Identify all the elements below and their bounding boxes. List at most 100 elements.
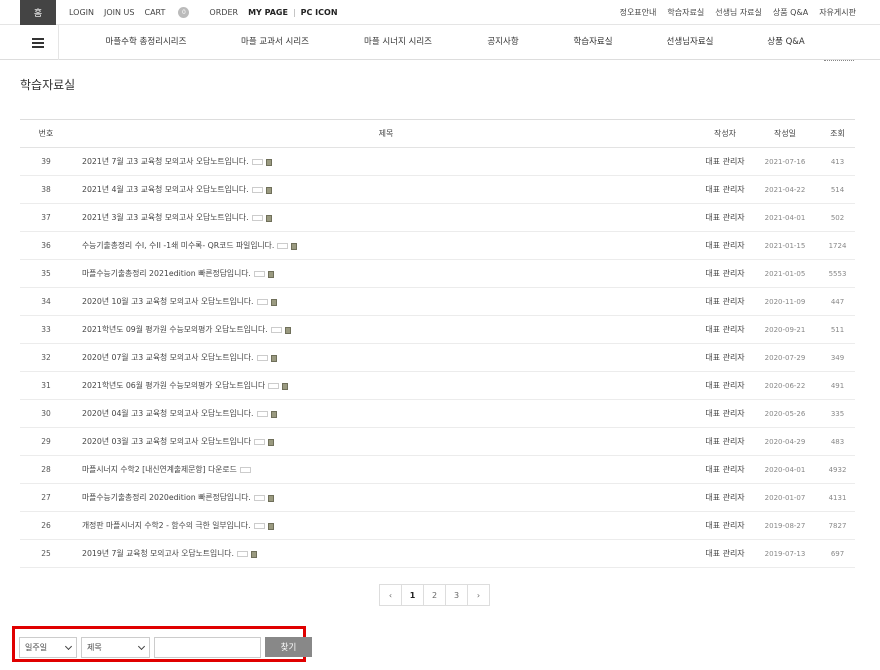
row-subject-link[interactable]: 2019년 7월 교육청 모의고사 오답노트입니다. (82, 549, 234, 558)
row-subject[interactable]: 마플수능기출총정리 2020edition 빠른정답입니다. (72, 483, 700, 512)
row-hits: 349 (820, 343, 855, 372)
login-link[interactable]: LOGIN (69, 8, 94, 17)
row-number: 37 (20, 203, 72, 232)
row-number: 34 (20, 287, 72, 316)
row-date: 2021-01-15 (750, 231, 820, 260)
join-link[interactable]: JOIN US (104, 8, 134, 17)
study-material-link[interactable]: 학습자료실 (667, 7, 704, 18)
menu-icon[interactable] (32, 38, 44, 48)
nav-item-mapl-summary-series[interactable]: 마플수학 총정리시리즈 (106, 25, 187, 60)
next-page-button[interactable]: › (467, 584, 490, 606)
row-subject[interactable]: 2020년 03월 고3 교육청 모의고사 오답노트입니다 (72, 427, 700, 456)
row-writer: 대표 관리자 (700, 203, 750, 232)
row-subject-link[interactable]: 2020년 07월 고3 교육청 모의고사 오답노트입니다. (82, 353, 254, 362)
page-3-button[interactable]: 3 (445, 584, 468, 606)
table-row[interactable]: 39 2021년 7월 고3 교육청 모의고사 오답노트입니다. 대표 관리자 202… (20, 147, 855, 176)
table-row[interactable]: 38 2021년 4월 고3 교육청 모의고사 오답노트입니다. 대표 관리자 202… (20, 175, 855, 204)
table-row[interactable]: 29 2020년 03월 고3 교육청 모의고사 오답노트입니다 대표 관리자 202… (20, 427, 855, 456)
table-row[interactable]: 31 2021학년도 06월 평가원 수능모의평가 오답노트입니다 대표 관리자 20… (20, 371, 855, 400)
row-subject-link[interactable]: 마플수능기출총정리 2021edition 빠른정답입니다. (82, 269, 251, 278)
nav-item-synergy-series[interactable]: 마플 시너지 시리즈 (364, 25, 432, 60)
prev-page-button[interactable]: ‹ (379, 584, 402, 606)
row-subject-link[interactable]: 2020년 03월 고3 교육청 모의고사 오답노트입니다 (82, 437, 251, 446)
row-subject-link[interactable]: 2021년 3월 고3 교육청 모의고사 오답노트입니다. (82, 213, 249, 222)
row-subject[interactable]: 마플시너지 수학2 [내신연계출제문항] 다운로드 (72, 455, 700, 484)
hit-badge-icon (239, 467, 251, 473)
nav-item-teacher-material[interactable]: 선생님자료실 (667, 25, 714, 60)
row-subject[interactable]: 수능기출총정리 수I, 수II -1쇄 미수록- QR코드 파일입니다. (72, 231, 700, 260)
hit-badge-icon (253, 523, 265, 529)
table-row[interactable]: 33 2021학년도 09월 평가원 수능모의평가 오답노트입니다. 대표 관리자 2… (20, 315, 855, 344)
row-number: 29 (20, 427, 72, 456)
search-keyword-input[interactable] (154, 637, 261, 658)
nav-item-textbook-series[interactable]: 마플 교과서 시리즈 (241, 25, 309, 60)
row-subject-link[interactable]: 2021학년도 06월 평가원 수능모의평가 오답노트입니다 (82, 381, 265, 390)
row-subject[interactable]: 2021학년도 06월 평가원 수능모의평가 오답노트입니다 (72, 371, 700, 400)
search-field-select[interactable]: 제목 (81, 637, 150, 658)
nav-item-study-material[interactable]: 학습자료실 (573, 25, 612, 60)
table-row[interactable]: 32 2020년 07월 고3 교육청 모의고사 오답노트입니다. 대표 관리자 20… (20, 343, 855, 372)
nav-divider (58, 25, 59, 60)
row-subject-link[interactable]: 마플수능기출총정리 2020edition 빠른정답입니다. (82, 493, 251, 502)
hit-badge-icon (251, 159, 263, 165)
row-writer: 대표 관리자 (700, 511, 750, 540)
chevron-down-icon (64, 642, 73, 651)
row-subject-link[interactable]: 2020년 10월 고3 교육청 모의고사 오답노트입니다. (82, 297, 254, 306)
row-subject-link[interactable]: 2020년 04월 고3 교육청 모의고사 오답노트입니다. (82, 409, 254, 418)
row-subject[interactable]: 2021학년도 09월 평가원 수능모의평가 오답노트입니다. (72, 315, 700, 344)
row-hits: 4932 (820, 455, 855, 484)
hit-badge-icon (236, 551, 248, 557)
row-writer: 대표 관리자 (700, 427, 750, 456)
row-subject[interactable]: 마플수능기출총정리 2021edition 빠른정답입니다. (72, 259, 700, 288)
row-subject-link[interactable]: 수능기출총정리 수I, 수II -1쇄 미수록- QR코드 파일입니다. (82, 241, 274, 250)
teacher-material-link[interactable]: 선생님 자료실 (715, 7, 762, 18)
cart-link[interactable]: CART 0 (145, 7, 200, 18)
row-subject-link[interactable]: 2021년 7월 고3 교육청 모의고사 오답노트입니다. (82, 157, 249, 166)
row-subject[interactable]: 개정판 마플시너지 수학2 - 함수의 극한 일부입니다. (72, 511, 700, 540)
free-board-link[interactable]: 자유게시판 (819, 7, 856, 18)
row-date: 2021-04-22 (750, 175, 820, 204)
table-row[interactable]: 25 2019년 7월 교육청 모의고사 오답노트입니다. 대표 관리자 2019-0… (20, 539, 855, 568)
row-subject-link[interactable]: 2021학년도 09월 평가원 수능모의평가 오답노트입니다. (82, 325, 268, 334)
table-row[interactable]: 28 마플시너지 수학2 [내신연계출제문항] 다운로드 대표 관리자 2020-04… (20, 455, 855, 484)
col-header-date: 작성일 (750, 119, 820, 148)
nav-item-notice[interactable]: 공지사항 (487, 25, 518, 60)
row-subject[interactable]: 2021년 4월 고3 교육청 모의고사 오답노트입니다. (72, 175, 700, 204)
hit-badge-icon (268, 383, 280, 389)
row-subject[interactable]: 2019년 7월 교육청 모의고사 오답노트입니다. (72, 539, 700, 568)
row-subject-link[interactable]: 마플시너지 수학2 [내신연계출제문항] 다운로드 (82, 465, 237, 474)
row-subject[interactable]: 2021년 7월 고3 교육청 모의고사 오답노트입니다. (72, 147, 700, 176)
table-row[interactable]: 30 2020년 04월 고3 교육청 모의고사 오답노트입니다. 대표 관리자 20… (20, 399, 855, 428)
hit-badge-icon (251, 215, 263, 221)
chevron-down-icon (137, 642, 146, 651)
order-link[interactable]: ORDER (209, 8, 238, 17)
table-row[interactable]: 27 마플수능기출총정리 2020edition 빠른정답입니다. 대표 관리자 20… (20, 483, 855, 512)
pc-icon-link[interactable]: PC ICON (301, 8, 338, 17)
home-button[interactable]: 홈 (20, 0, 56, 25)
row-subject-link[interactable]: 2021년 4월 고3 교육청 모의고사 오답노트입니다. (82, 185, 249, 194)
row-date: 2020-11-09 (750, 287, 820, 316)
hit-badge-icon (251, 187, 263, 193)
product-qna-link[interactable]: 상품 Q&A (773, 7, 808, 18)
table-row[interactable]: 35 마플수능기출총정리 2021edition 빠른정답입니다. 대표 관리자 20… (20, 259, 855, 288)
page-1-button[interactable]: 1 (401, 584, 424, 606)
attachment-icon (270, 298, 277, 306)
errata-link[interactable]: 정오표안내 (620, 7, 657, 18)
table-row[interactable]: 36 수능기출총정리 수I, 수II -1쇄 미수록- QR코드 파일입니다. 대표… (20, 231, 855, 260)
home-label: 홈 (33, 9, 43, 19)
page-2-button[interactable]: 2 (423, 584, 446, 606)
table-row[interactable]: 37 2021년 3월 고3 교육청 모의고사 오답노트입니다. 대표 관리자 202… (20, 203, 855, 232)
row-date: 2020-07-29 (750, 343, 820, 372)
row-subject[interactable]: 2020년 04월 고3 교육청 모의고사 오답노트입니다. (72, 399, 700, 428)
table-row[interactable]: 34 2020년 10월 고3 교육청 모의고사 오답노트입니다. 대표 관리자 20… (20, 287, 855, 316)
find-button[interactable]: 찾기 (265, 637, 312, 657)
nav-item-product-qna[interactable]: 상품 Q&A (767, 25, 804, 60)
row-subject[interactable]: 2020년 07월 고3 교육청 모의고사 오답노트입니다. (72, 343, 700, 372)
row-subject[interactable]: 2020년 10월 고3 교육청 모의고사 오답노트입니다. (72, 287, 700, 316)
table-row[interactable]: 26 개정판 마플시너지 수학2 - 함수의 극한 일부입니다. 대표 관리자 201… (20, 511, 855, 540)
my-page-link[interactable]: MY PAGE (248, 8, 288, 17)
period-select[interactable]: 일주일 (19, 637, 77, 658)
row-subject[interactable]: 2021년 3월 고3 교육청 모의고사 오답노트입니다. (72, 203, 700, 232)
row-writer: 대표 관리자 (700, 343, 750, 372)
row-subject-link[interactable]: 개정판 마플시너지 수학2 - 함수의 극한 일부입니다. (82, 521, 251, 530)
